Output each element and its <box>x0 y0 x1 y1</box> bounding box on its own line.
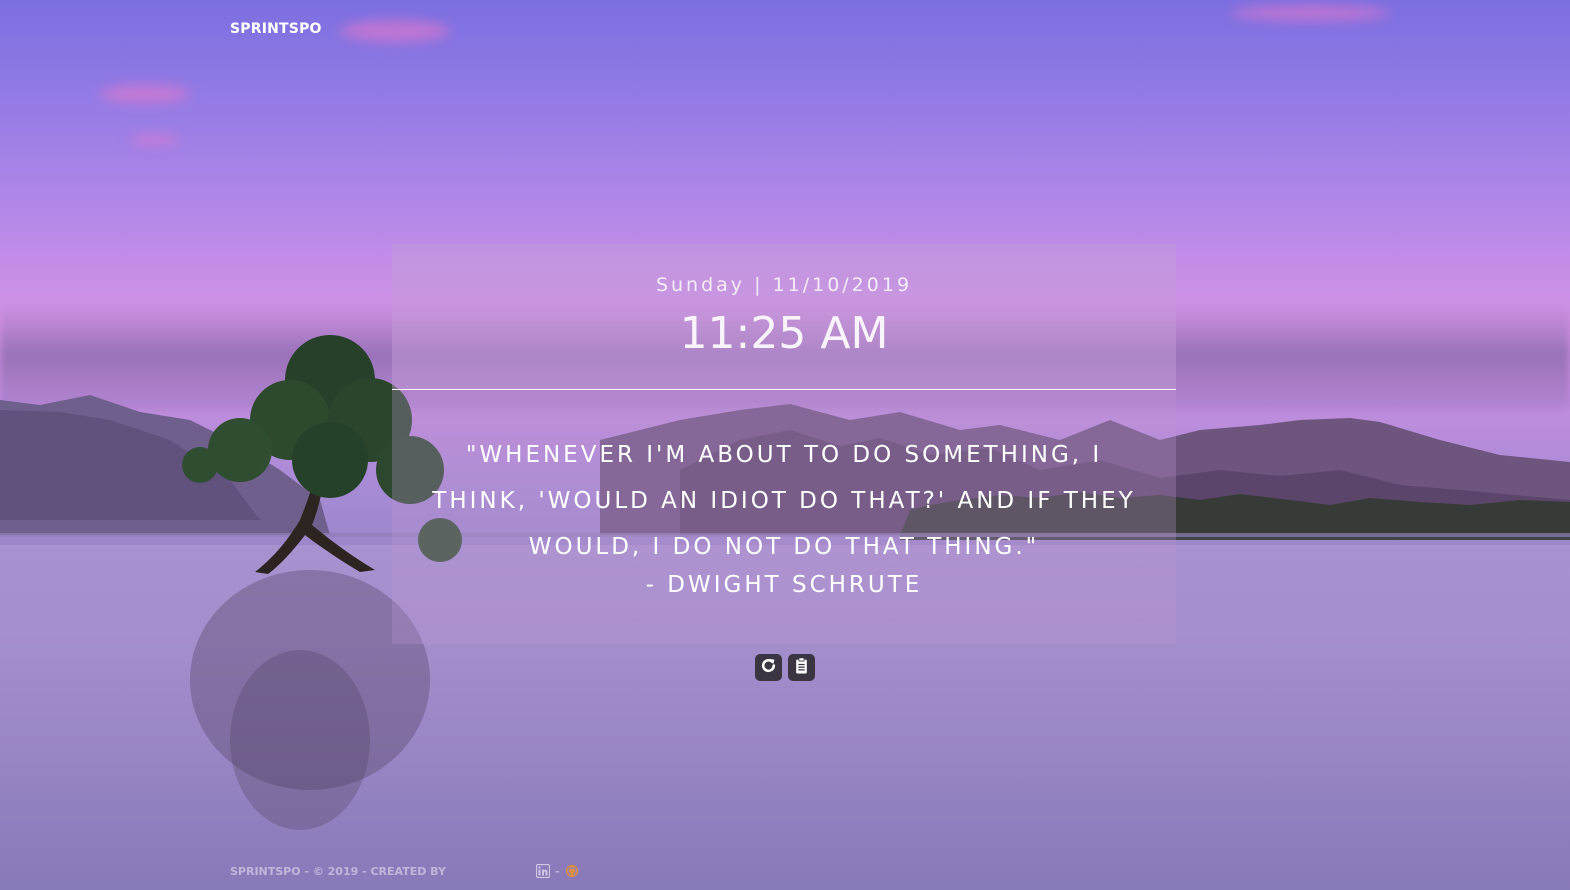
brand-logo-link[interactable]: SPRINTSPO <box>230 21 322 37</box>
time-display: 11:25 AM <box>679 308 889 359</box>
footer-author-link[interactable] <box>451 866 531 876</box>
linkedin-icon[interactable] <box>535 864 550 878</box>
refresh-quote-button[interactable] <box>755 654 782 681</box>
date-display: Sunday | 11/10/2019 <box>655 274 913 296</box>
footer-copyright: SPRINTSPO - © 2019 - CREATED BY <box>230 864 446 878</box>
quote-text: "Whenever I'm about to do something, I t… <box>432 442 1136 560</box>
copy-quote-button[interactable] <box>788 654 815 681</box>
page-root: SPRINTSPO Sunday | 11/10/2019 11:25 AM "… <box>0 0 1570 890</box>
footer: SPRINTSPO - © 2019 - CREATED BY - <box>230 864 579 878</box>
github-icon[interactable] <box>565 864 579 878</box>
panel-divider <box>392 389 1176 390</box>
clipboard-icon <box>794 656 809 679</box>
quote-author: - Dwight Schrute <box>645 572 923 598</box>
refresh-icon <box>760 657 777 679</box>
quote-actions <box>755 654 815 681</box>
footer-separator: - <box>554 864 560 878</box>
